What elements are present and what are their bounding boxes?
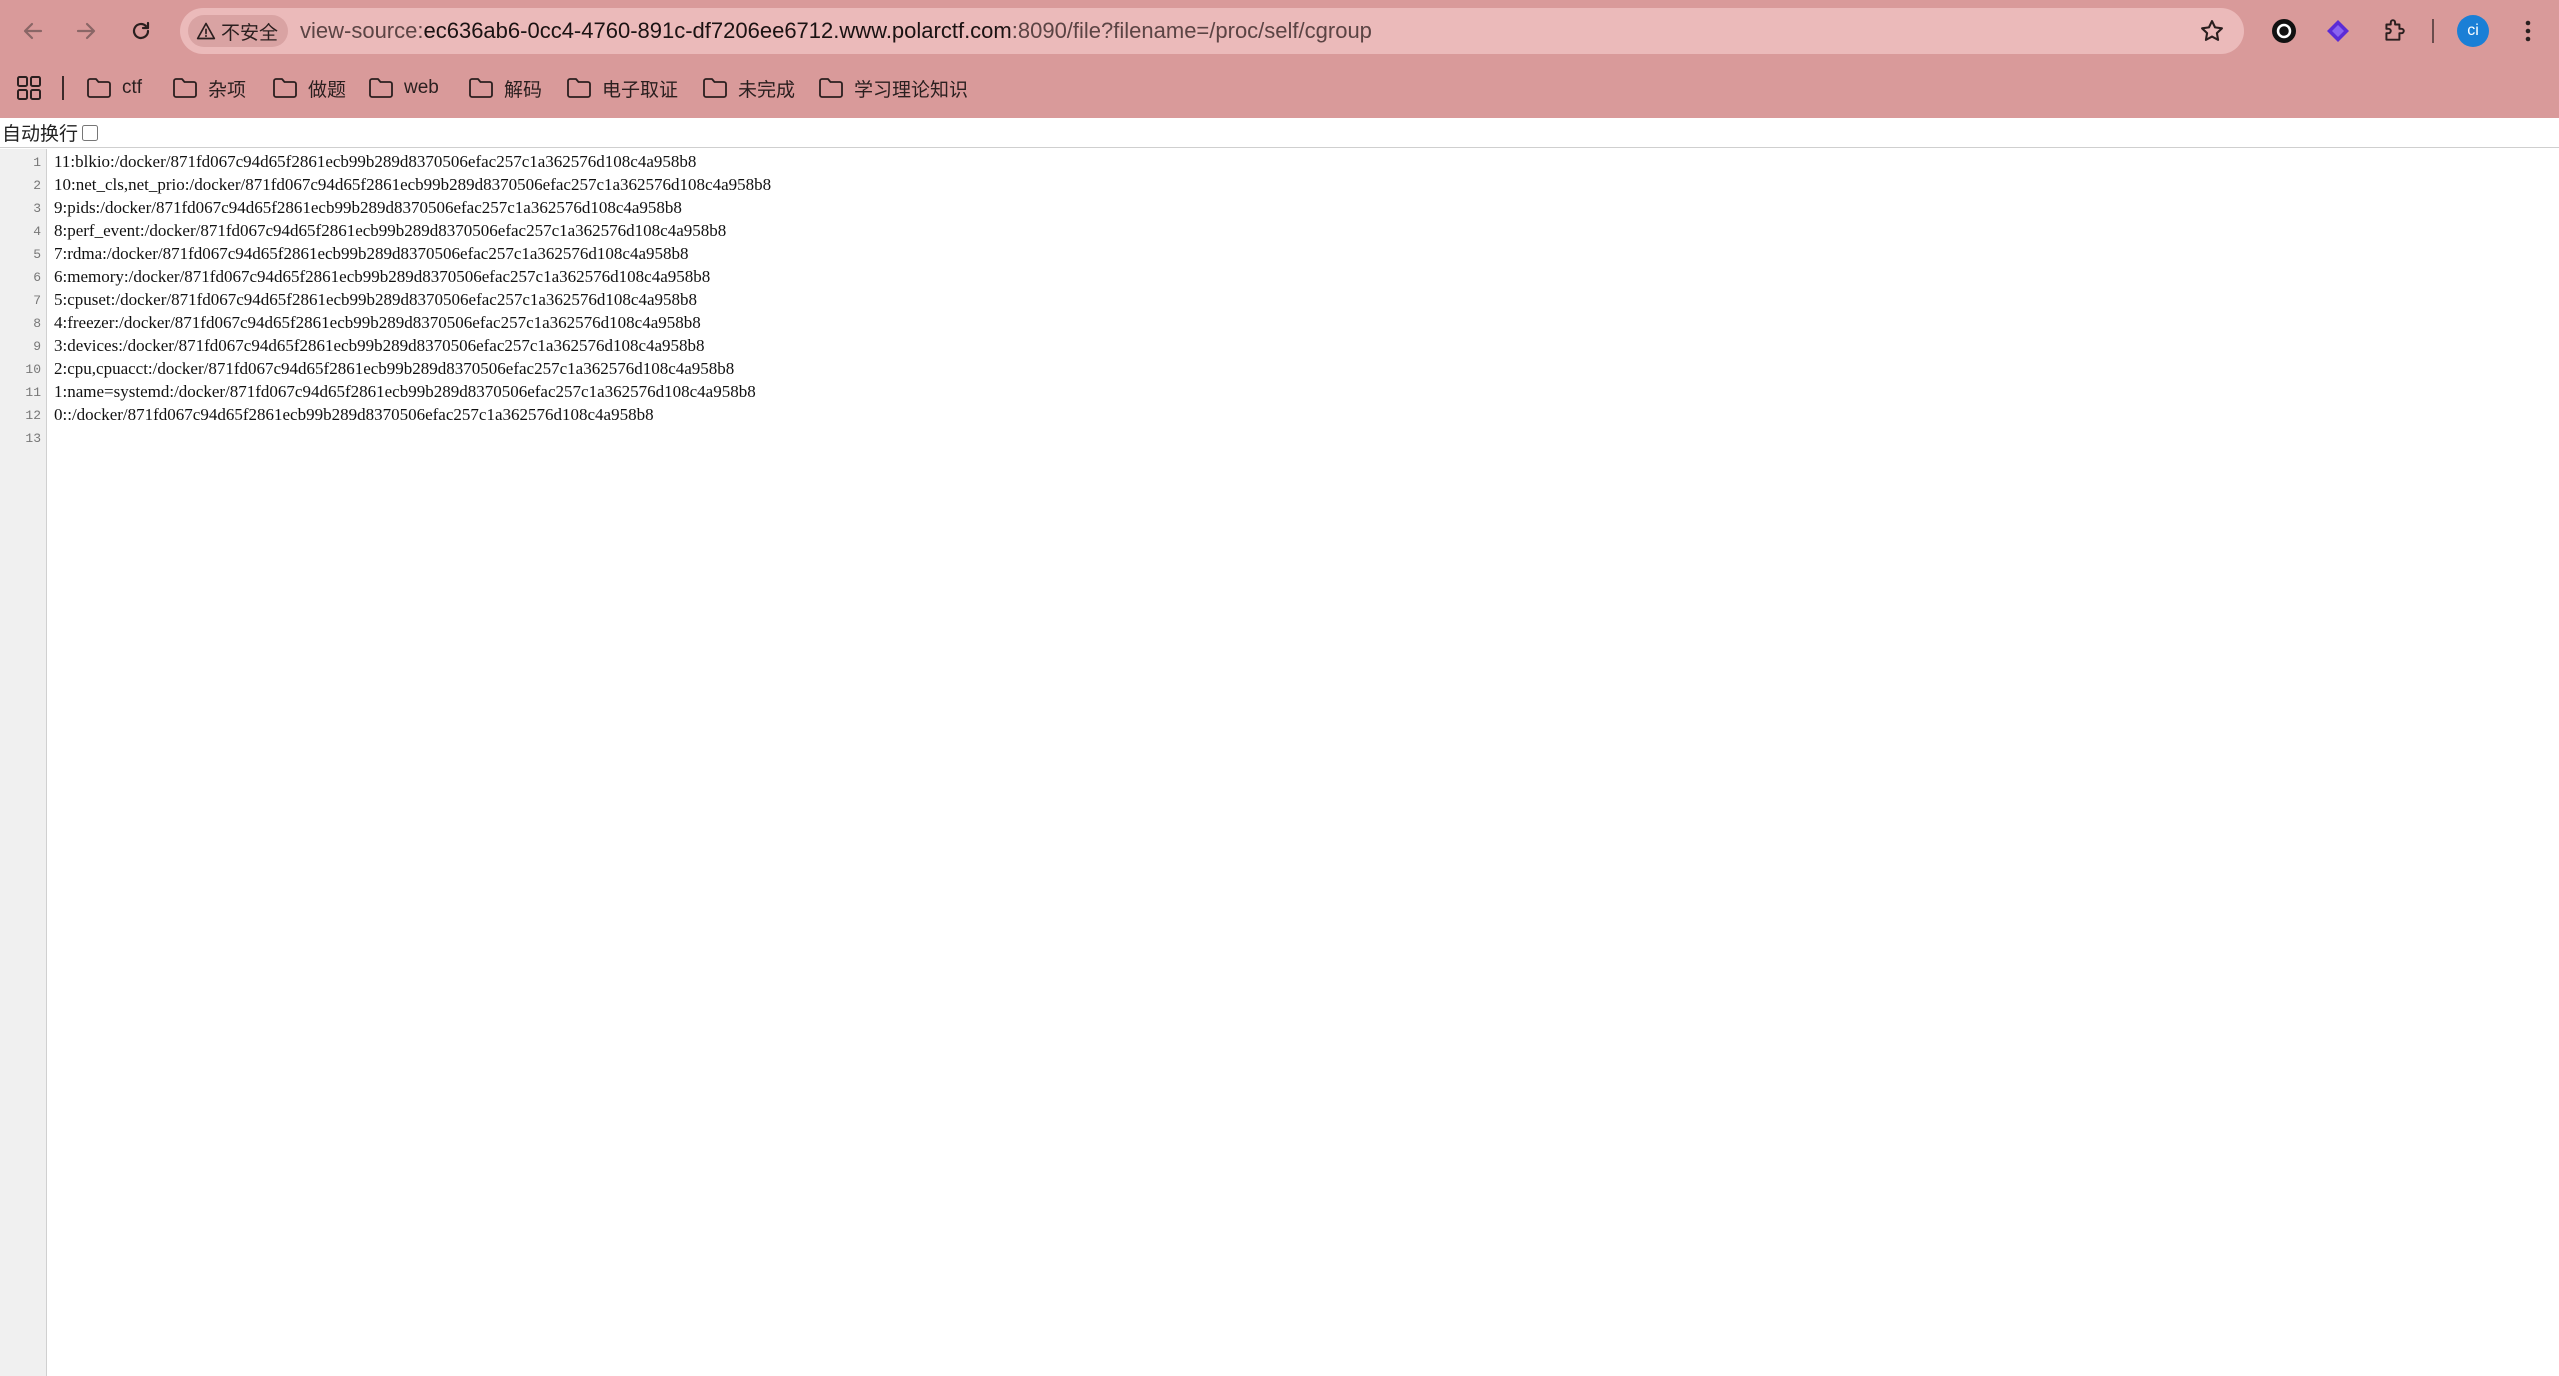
folder-icon (703, 78, 727, 98)
bookmark-label: 做题 (308, 79, 347, 101)
source-line: 10:net_cls,net_prio:/docker/871fd067c94d… (54, 175, 772, 194)
bookmarks-divider (62, 76, 64, 100)
bookmark-label: web (404, 77, 439, 98)
browser-chrome: 不安全 view-source:ec636ab6-0cc4-4760-891c-… (0, 0, 2559, 118)
line-number: 13 (25, 431, 41, 446)
line-number: 10 (25, 362, 41, 377)
line-number: 3 (33, 201, 41, 216)
bookmark-folder-1[interactable]: 杂项 (172, 70, 246, 106)
folder-icon (469, 78, 493, 98)
source-line: 8:perf_event:/docker/871fd067c94d65f2861… (54, 221, 727, 240)
source-line: 5:cpuset:/docker/871fd067c94d65f2861ecb9… (54, 290, 698, 309)
bookmark-label: 学习理论知识 (854, 79, 969, 101)
line-number: 11 (25, 385, 41, 400)
line-number: 4 (33, 224, 41, 239)
line-number: 8 (33, 316, 41, 331)
folder-icon (273, 78, 297, 98)
bookmark-folder-6[interactable]: 未完成 (702, 70, 795, 106)
source-line: 6:memory:/docker/871fd067c94d65f2861ecb9… (54, 267, 711, 286)
line-number: 9 (33, 339, 41, 354)
line-wrap-toggle-bar: 自动换行 (0, 118, 2559, 148)
folder-icon (87, 78, 111, 98)
source-line: 4:freezer:/docker/871fd067c94d65f2861ecb… (54, 313, 701, 332)
line-number: 1 (33, 155, 41, 170)
bookmark-folder-4[interactable]: 解码 (468, 70, 542, 106)
back-button[interactable] (14, 12, 52, 50)
security-label: 不安全 (221, 22, 279, 44)
bookmark-folder-2[interactable]: 做题 (272, 70, 346, 106)
line-number: 7 (33, 293, 41, 308)
toolbar-separator (2432, 19, 2434, 43)
source-line: 2:cpu,cpuacct:/docker/871fd067c94d65f286… (54, 359, 735, 378)
reload-icon (132, 21, 150, 40)
star-outline-icon[interactable] (2198, 17, 2226, 45)
bookmark-label: ctf (122, 77, 143, 98)
bookmark-folder-5[interactable]: 电子取证 (566, 70, 678, 106)
profile-avatar[interactable]: ci (2457, 15, 2489, 47)
line-number: 12 (25, 408, 41, 423)
purple-diamond-icon (2327, 20, 2349, 42)
browser-menu-button[interactable] (2510, 13, 2546, 49)
url-host: ec636ab6-0cc4-4760-891c-df7206ee6712.www… (423, 18, 1012, 43)
source-line: 3:devices:/docker/871fd067c94d65f2861ecb… (54, 336, 705, 355)
url-path: :8090/file?filename=/proc/self/cgroup (1011, 18, 1372, 43)
puzzle-icon (2385, 19, 2405, 41)
bookmark-folder-3[interactable]: web (368, 70, 439, 106)
line-number: 6 (33, 270, 41, 285)
line-wrap-label: 自动换行 (2, 124, 79, 145)
extensions-button[interactable] (2376, 13, 2412, 49)
security-chip[interactable]: 不安全 (188, 15, 289, 47)
folder-icon (369, 78, 393, 98)
url-text[interactable]: view-source:ec636ab6-0cc4-4760-891c-df72… (300, 8, 1372, 54)
url-scheme: view-source: (300, 18, 424, 43)
forward-button[interactable] (67, 12, 105, 50)
source-line: 1:name=systemd:/docker/871fd067c94d65f28… (54, 382, 756, 401)
source-line: 9:pids:/docker/871fd067c94d65f2861ecb99b… (54, 198, 682, 217)
extension-diamond-button[interactable] (2320, 13, 2356, 49)
source-line: 7:rdma:/docker/871fd067c94d65f2861ecb99b… (54, 244, 689, 263)
source-line: 11:blkio:/docker/871fd067c94d65f2861ecb9… (54, 152, 697, 171)
avatar-initials: ci (2467, 22, 2479, 39)
arrow-left-icon (23, 22, 43, 40)
folder-icon (567, 78, 591, 98)
line-wrap-checkbox[interactable] (82, 124, 99, 141)
arrow-right-icon (76, 22, 96, 40)
line-number: 2 (33, 178, 41, 193)
bookmarks-bar: ctf 杂项 做题 web 解码 电子取证 未完成 学习理论知识 (0, 66, 2559, 110)
circle-record-icon (2272, 19, 2296, 43)
warning-triangle-icon (196, 22, 216, 40)
bookmark-label: 未完成 (738, 79, 796, 101)
bookmark-folder-0[interactable]: ctf (86, 70, 142, 106)
folder-icon (173, 78, 197, 98)
extension-record-button[interactable] (2266, 13, 2302, 49)
bookmark-label: 杂项 (208, 79, 247, 101)
line-number: 5 (33, 247, 41, 262)
bookmark-folder-7[interactable]: 学习理论知识 (818, 70, 968, 106)
address-bar[interactable]: 不安全 view-source:ec636ab6-0cc4-4760-891c-… (180, 8, 2244, 54)
bookmark-label: 解码 (504, 79, 543, 101)
kebab-menu-icon (2525, 20, 2531, 42)
bookmark-label: 电子取证 (602, 79, 679, 101)
reload-button[interactable] (122, 12, 160, 50)
apps-grid-icon[interactable] (16, 75, 42, 101)
source-line: 0::/docker/871fd067c94d65f2861ecb99b289d… (54, 405, 654, 424)
browser-toolbar: 不安全 view-source:ec636ab6-0cc4-4760-891c-… (0, 0, 2559, 62)
folder-icon (819, 78, 843, 98)
